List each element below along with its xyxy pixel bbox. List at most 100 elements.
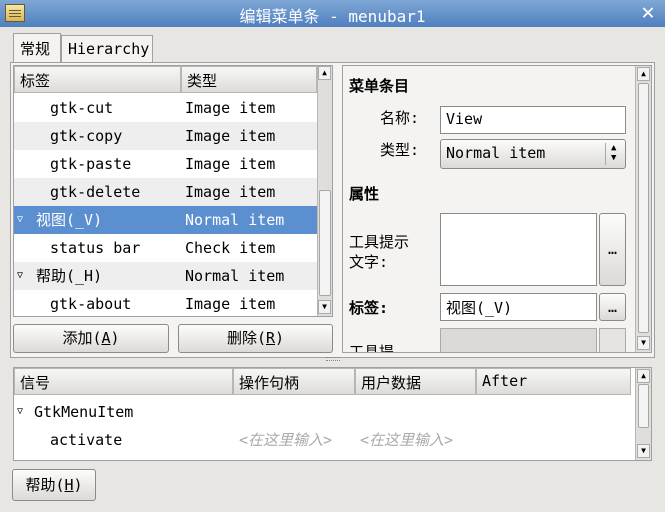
tree-row[interactable]: gtk-delete Image item bbox=[14, 178, 317, 206]
remove-button-end: ) bbox=[275, 329, 285, 347]
tooltip-textarea[interactable] bbox=[440, 213, 597, 286]
add-button-mnemonic: A bbox=[101, 329, 111, 347]
expander-icon[interactable]: ▽ bbox=[17, 262, 23, 290]
tab-general-label: 常规 bbox=[20, 40, 51, 58]
help-button[interactable]: 帮助(H) bbox=[12, 469, 96, 501]
tree-row-type: Normal item bbox=[185, 211, 285, 229]
scroll-down-icon[interactable]: ▼ bbox=[318, 300, 331, 314]
type-combo-value: Normal item bbox=[446, 144, 546, 162]
title-bar: 编辑菜单条 - menubar1 bbox=[0, 0, 665, 27]
column-header-after[interactable]: After bbox=[476, 368, 631, 395]
tree-row-type: Image item bbox=[185, 295, 276, 313]
tree-row[interactable]: gtk-copy Image item bbox=[14, 122, 317, 150]
help-button-end: ) bbox=[73, 476, 83, 494]
pane-grip[interactable] bbox=[326, 357, 340, 361]
user-data-cell[interactable]: <在这里输入> bbox=[360, 426, 453, 454]
column-header-handler[interactable]: 操作句柄 bbox=[233, 368, 355, 395]
column-header-user-data-text: 用户数据 bbox=[361, 374, 422, 392]
add-button[interactable]: 添加(A) bbox=[13, 324, 169, 353]
tree-row[interactable]: status bar Check item bbox=[14, 234, 317, 262]
column-header-label[interactable]: 标签 bbox=[14, 66, 181, 93]
tag-input-value: 视图(_V) bbox=[446, 299, 513, 317]
tag-more-button[interactable]: … bbox=[599, 293, 626, 321]
scroll-thumb[interactable] bbox=[638, 83, 649, 333]
app-icon bbox=[5, 4, 25, 22]
signal-name: activate bbox=[50, 431, 123, 449]
tree-row-type: Check item bbox=[185, 239, 276, 257]
column-header-signal[interactable]: 信号 bbox=[14, 368, 233, 395]
ellipsis-icon: … bbox=[607, 240, 618, 258]
help-button-mnemonic: H bbox=[64, 476, 74, 494]
name-input-value: View bbox=[446, 110, 483, 128]
remove-button-mnemonic: R bbox=[265, 329, 276, 347]
scroll-up-icon[interactable]: ▲ bbox=[637, 67, 650, 81]
signals-scrollbar[interactable]: ▲ ▼ bbox=[635, 368, 651, 460]
type-label: 类型: bbox=[380, 141, 420, 159]
scroll-up-icon[interactable]: ▲ bbox=[318, 66, 331, 80]
tree-row[interactable]: gtk-about Image item bbox=[14, 290, 317, 318]
menu-item-section-title: 菜单条目 bbox=[349, 77, 410, 95]
name-input[interactable]: View bbox=[440, 106, 626, 134]
handler-cell[interactable]: <在这里输入> bbox=[239, 426, 332, 454]
type-combo[interactable]: Normal item ▲ ▼ bbox=[440, 139, 626, 169]
tree-row-label: gtk-cut bbox=[50, 99, 114, 117]
tree-row-type: Image item bbox=[185, 99, 276, 117]
tree-row-label: status bar bbox=[50, 239, 141, 257]
help-button-text: 帮助( bbox=[25, 476, 65, 494]
tree-row-selected[interactable]: ▽ 视图(_V) Normal item bbox=[14, 206, 317, 234]
signals-tree: 信号 操作句柄 用户数据 After ▽ GtkMenuItem activat… bbox=[13, 367, 652, 461]
tree-row-label: gtk-about bbox=[50, 295, 132, 313]
add-button-text: 添加( bbox=[62, 329, 102, 347]
signal-row[interactable]: activate <在这里输入> <在这里输入> bbox=[14, 426, 634, 454]
properties-section-title: 属性 bbox=[349, 185, 380, 203]
column-header-after-text: After bbox=[482, 372, 528, 390]
remove-button-text: 删除( bbox=[226, 329, 266, 347]
scroll-down-icon[interactable]: ▼ bbox=[637, 336, 650, 350]
signal-group-row[interactable]: ▽ GtkMenuItem bbox=[14, 398, 634, 426]
tree-row-label: gtk-delete bbox=[50, 183, 141, 201]
tree-row-type: Image item bbox=[185, 127, 276, 145]
column-header-handler-text: 操作句柄 bbox=[239, 374, 300, 392]
disabled-field bbox=[440, 328, 597, 352]
tooltip-label-partial: 工具提 bbox=[349, 343, 395, 353]
scroll-thumb[interactable] bbox=[638, 384, 649, 428]
tooltip-more-button[interactable]: … bbox=[599, 213, 626, 286]
tree-scrollbar[interactable]: ▲ ▼ bbox=[317, 66, 332, 316]
properties-panel: 菜单条目 名称: View 类型: Normal item ▲ ▼ 属性 工具提示… bbox=[342, 65, 652, 353]
ellipsis-icon: … bbox=[607, 298, 618, 316]
tree-row-label: 视图(_V) bbox=[36, 211, 103, 229]
tab-hierarchy[interactable]: Hierarchy bbox=[61, 35, 153, 63]
menu-tree: 标签 类型 gtk-cut Image item gtk-copy Image … bbox=[13, 65, 333, 317]
add-button-end: ) bbox=[110, 329, 120, 347]
expander-icon[interactable]: ▽ bbox=[17, 398, 23, 426]
scroll-thumb[interactable] bbox=[319, 190, 331, 296]
tag-label: 标签: bbox=[349, 299, 389, 317]
tree-row-label: gtk-copy bbox=[50, 127, 123, 145]
column-header-label-text: 标签 bbox=[20, 72, 51, 90]
tab-hierarchy-label: Hierarchy bbox=[68, 40, 150, 58]
tree-row-type: Image item bbox=[185, 155, 276, 173]
tooltip-label: 工具提示 bbox=[349, 233, 410, 251]
tooltip-label-2: 文字: bbox=[349, 253, 389, 271]
tree-row-label: 帮助(_H) bbox=[36, 267, 103, 285]
window-title: 编辑菜单条 - menubar1 bbox=[239, 7, 426, 26]
tree-row-label: gtk-paste bbox=[50, 155, 132, 173]
remove-button[interactable]: 删除(R) bbox=[178, 324, 333, 353]
signal-group-label: GtkMenuItem bbox=[34, 403, 134, 421]
scroll-down-icon[interactable]: ▼ bbox=[637, 444, 650, 458]
properties-scrollbar[interactable]: ▲ ▼ bbox=[635, 66, 651, 352]
expander-icon[interactable]: ▽ bbox=[17, 206, 23, 234]
combo-arrows-icon: ▲ ▼ bbox=[611, 143, 617, 163]
column-header-type[interactable]: 类型 bbox=[181, 66, 317, 93]
column-header-user-data[interactable]: 用户数据 bbox=[355, 368, 476, 395]
disabled-more-button bbox=[599, 328, 626, 352]
close-button[interactable]: ✕ bbox=[636, 2, 660, 25]
scroll-up-icon[interactable]: ▲ bbox=[637, 369, 650, 383]
tree-row[interactable]: gtk-paste Image item bbox=[14, 150, 317, 178]
tree-row-type: Image item bbox=[185, 183, 276, 201]
tab-general[interactable]: 常规 bbox=[13, 33, 61, 64]
tree-row[interactable]: ▽ 帮助(_H) Normal item bbox=[14, 262, 317, 290]
tree-row[interactable]: gtk-cut Image item bbox=[14, 94, 317, 122]
tag-input[interactable]: 视图(_V) bbox=[440, 293, 597, 321]
combo-divider bbox=[605, 143, 606, 165]
